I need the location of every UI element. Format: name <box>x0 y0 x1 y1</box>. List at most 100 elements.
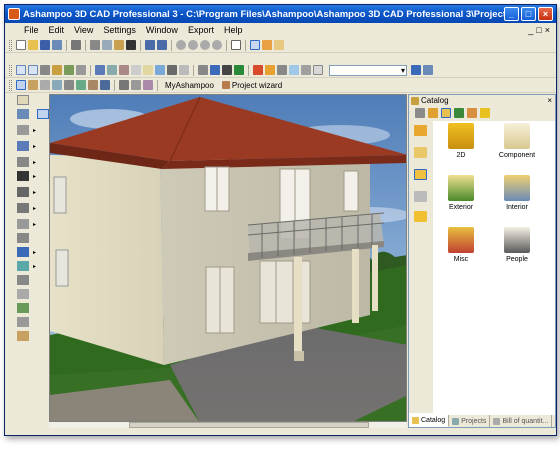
line-icon[interactable] <box>17 125 29 135</box>
catalog-item-people[interactable]: People <box>491 225 543 271</box>
frame-icon[interactable] <box>313 65 323 75</box>
paste-icon[interactable] <box>114 40 124 50</box>
eraser-icon[interactable] <box>17 331 29 341</box>
menu-help[interactable]: Help <box>219 25 248 35</box>
view-mode-icon[interactable] <box>40 65 50 75</box>
zoom-out-icon[interactable] <box>200 40 210 50</box>
menu-export[interactable]: Export <box>183 25 219 35</box>
flyout-arrow-icon[interactable]: ▸ <box>33 143 36 150</box>
flyout-arrow-icon[interactable]: ▸ <box>33 159 36 166</box>
flyout-arrow-icon[interactable]: ▸ <box>33 263 36 270</box>
menu-edit[interactable]: Edit <box>44 25 70 35</box>
select-mode-icon[interactable] <box>16 80 26 90</box>
help-icon[interactable] <box>231 40 241 50</box>
tab-catalog[interactable]: Catalog <box>409 415 450 427</box>
doc-minimize-button[interactable]: _ <box>528 25 533 35</box>
catalog-item-exterior[interactable]: Exterior <box>435 173 487 219</box>
catalog-close-button[interactable]: × <box>547 96 552 105</box>
minimize-button[interactable]: _ <box>504 7 519 21</box>
fill-icon[interactable] <box>17 247 29 257</box>
snap-icon[interactable] <box>262 40 272 50</box>
sun-icon[interactable] <box>277 65 287 75</box>
doc-close-button[interactable]: × <box>545 25 550 35</box>
copy-tool-icon[interactable] <box>17 317 29 327</box>
wall-icon[interactable] <box>179 65 189 75</box>
text-icon[interactable] <box>17 171 29 181</box>
maximize-button[interactable]: □ <box>521 7 536 21</box>
tools-icon[interactable] <box>119 80 129 90</box>
roof-icon[interactable] <box>40 80 50 90</box>
catalog-item-misc[interactable]: Misc <box>435 225 487 271</box>
layer-tool-icon[interactable] <box>17 289 29 299</box>
window-icon[interactable] <box>155 65 165 75</box>
catalog-item-interior[interactable]: Interior <box>491 173 543 219</box>
sidebar-catalog-icon[interactable] <box>414 169 427 180</box>
settings-icon[interactable] <box>198 65 208 75</box>
sidebar-folder-icon[interactable] <box>414 125 427 136</box>
grid-icon[interactable] <box>250 40 260 50</box>
shield-icon[interactable] <box>100 80 110 90</box>
measure-icon[interactable] <box>274 40 284 50</box>
light-icon[interactable] <box>222 65 232 75</box>
save-icon[interactable] <box>40 40 50 50</box>
cut-icon[interactable] <box>90 40 100 50</box>
curve-icon[interactable] <box>17 203 29 213</box>
zoom-in-icon[interactable] <box>188 40 198 50</box>
save-all-icon[interactable] <box>52 40 62 50</box>
view-3d-icon[interactable] <box>28 65 38 75</box>
measure-tool-icon[interactable] <box>17 233 29 243</box>
flyout-arrow-icon[interactable]: ▸ <box>33 249 36 256</box>
wireframe-icon[interactable] <box>131 65 141 75</box>
flyout-arrow-icon[interactable]: ▸ <box>33 173 36 180</box>
sidebar-person-icon[interactable] <box>414 211 427 222</box>
redo-icon[interactable] <box>157 40 167 50</box>
paint-icon[interactable] <box>253 65 263 75</box>
render-icon[interactable] <box>143 65 153 75</box>
object-icon[interactable] <box>52 80 62 90</box>
tab-bill-of-quantities[interactable]: Bill of quantit... <box>490 415 553 427</box>
zoom-icon[interactable] <box>176 40 186 50</box>
camera-icon[interactable] <box>52 65 62 75</box>
apply-icon[interactable] <box>423 65 433 75</box>
dropdown-color-icon[interactable] <box>411 65 421 75</box>
flyout-arrow-icon[interactable]: ▸ <box>33 189 36 196</box>
color-icon[interactable] <box>234 65 244 75</box>
menu-window[interactable]: Window <box>141 25 183 35</box>
flyout-arrow-icon[interactable]: ▸ <box>33 205 36 212</box>
3d-viewport[interactable] <box>49 94 407 422</box>
arc-icon[interactable] <box>17 219 29 229</box>
floor-icon[interactable] <box>95 65 105 75</box>
sidebar-list-icon[interactable] <box>414 191 427 202</box>
rotate-icon[interactable] <box>17 187 29 197</box>
texture-icon[interactable] <box>265 65 275 75</box>
select-icon[interactable] <box>17 109 29 119</box>
view-2d-icon[interactable] <box>16 65 26 75</box>
view-2d-catalog-icon[interactable] <box>480 108 490 118</box>
delete-icon[interactable] <box>126 40 136 50</box>
stairs-icon[interactable] <box>28 80 38 90</box>
zoom-fit-icon[interactable] <box>212 40 222 50</box>
catalog-folder-icon[interactable] <box>441 108 451 118</box>
material-select[interactable]: ▾ <box>329 64 407 76</box>
door-icon[interactable] <box>167 65 177 75</box>
tree-icon[interactable] <box>76 80 86 90</box>
furniture-icon[interactable] <box>88 80 98 90</box>
menu-settings[interactable]: Settings <box>98 25 141 35</box>
tree-view-icon[interactable] <box>454 108 464 118</box>
scrollbar-thumb[interactable] <box>129 422 369 428</box>
folder-icon[interactable] <box>428 108 438 118</box>
layer-icon[interactable] <box>107 65 117 75</box>
section-icon[interactable] <box>119 65 129 75</box>
globe-icon[interactable] <box>289 65 299 75</box>
flyout-arrow-icon[interactable]: ▸ <box>33 127 36 134</box>
shadow-icon[interactable] <box>301 65 311 75</box>
copy-icon[interactable] <box>102 40 112 50</box>
project-wizard-button[interactable]: Project wizard <box>219 81 285 90</box>
material-icon[interactable] <box>210 65 220 75</box>
plant-icon[interactable] <box>17 303 29 313</box>
close-button[interactable]: × <box>538 7 553 21</box>
point-icon[interactable] <box>17 141 29 151</box>
catalog-item-2d[interactable]: 2D <box>435 121 487 167</box>
sidebar-open-folder-icon[interactable] <box>414 147 427 158</box>
polygon-icon[interactable] <box>17 275 29 285</box>
